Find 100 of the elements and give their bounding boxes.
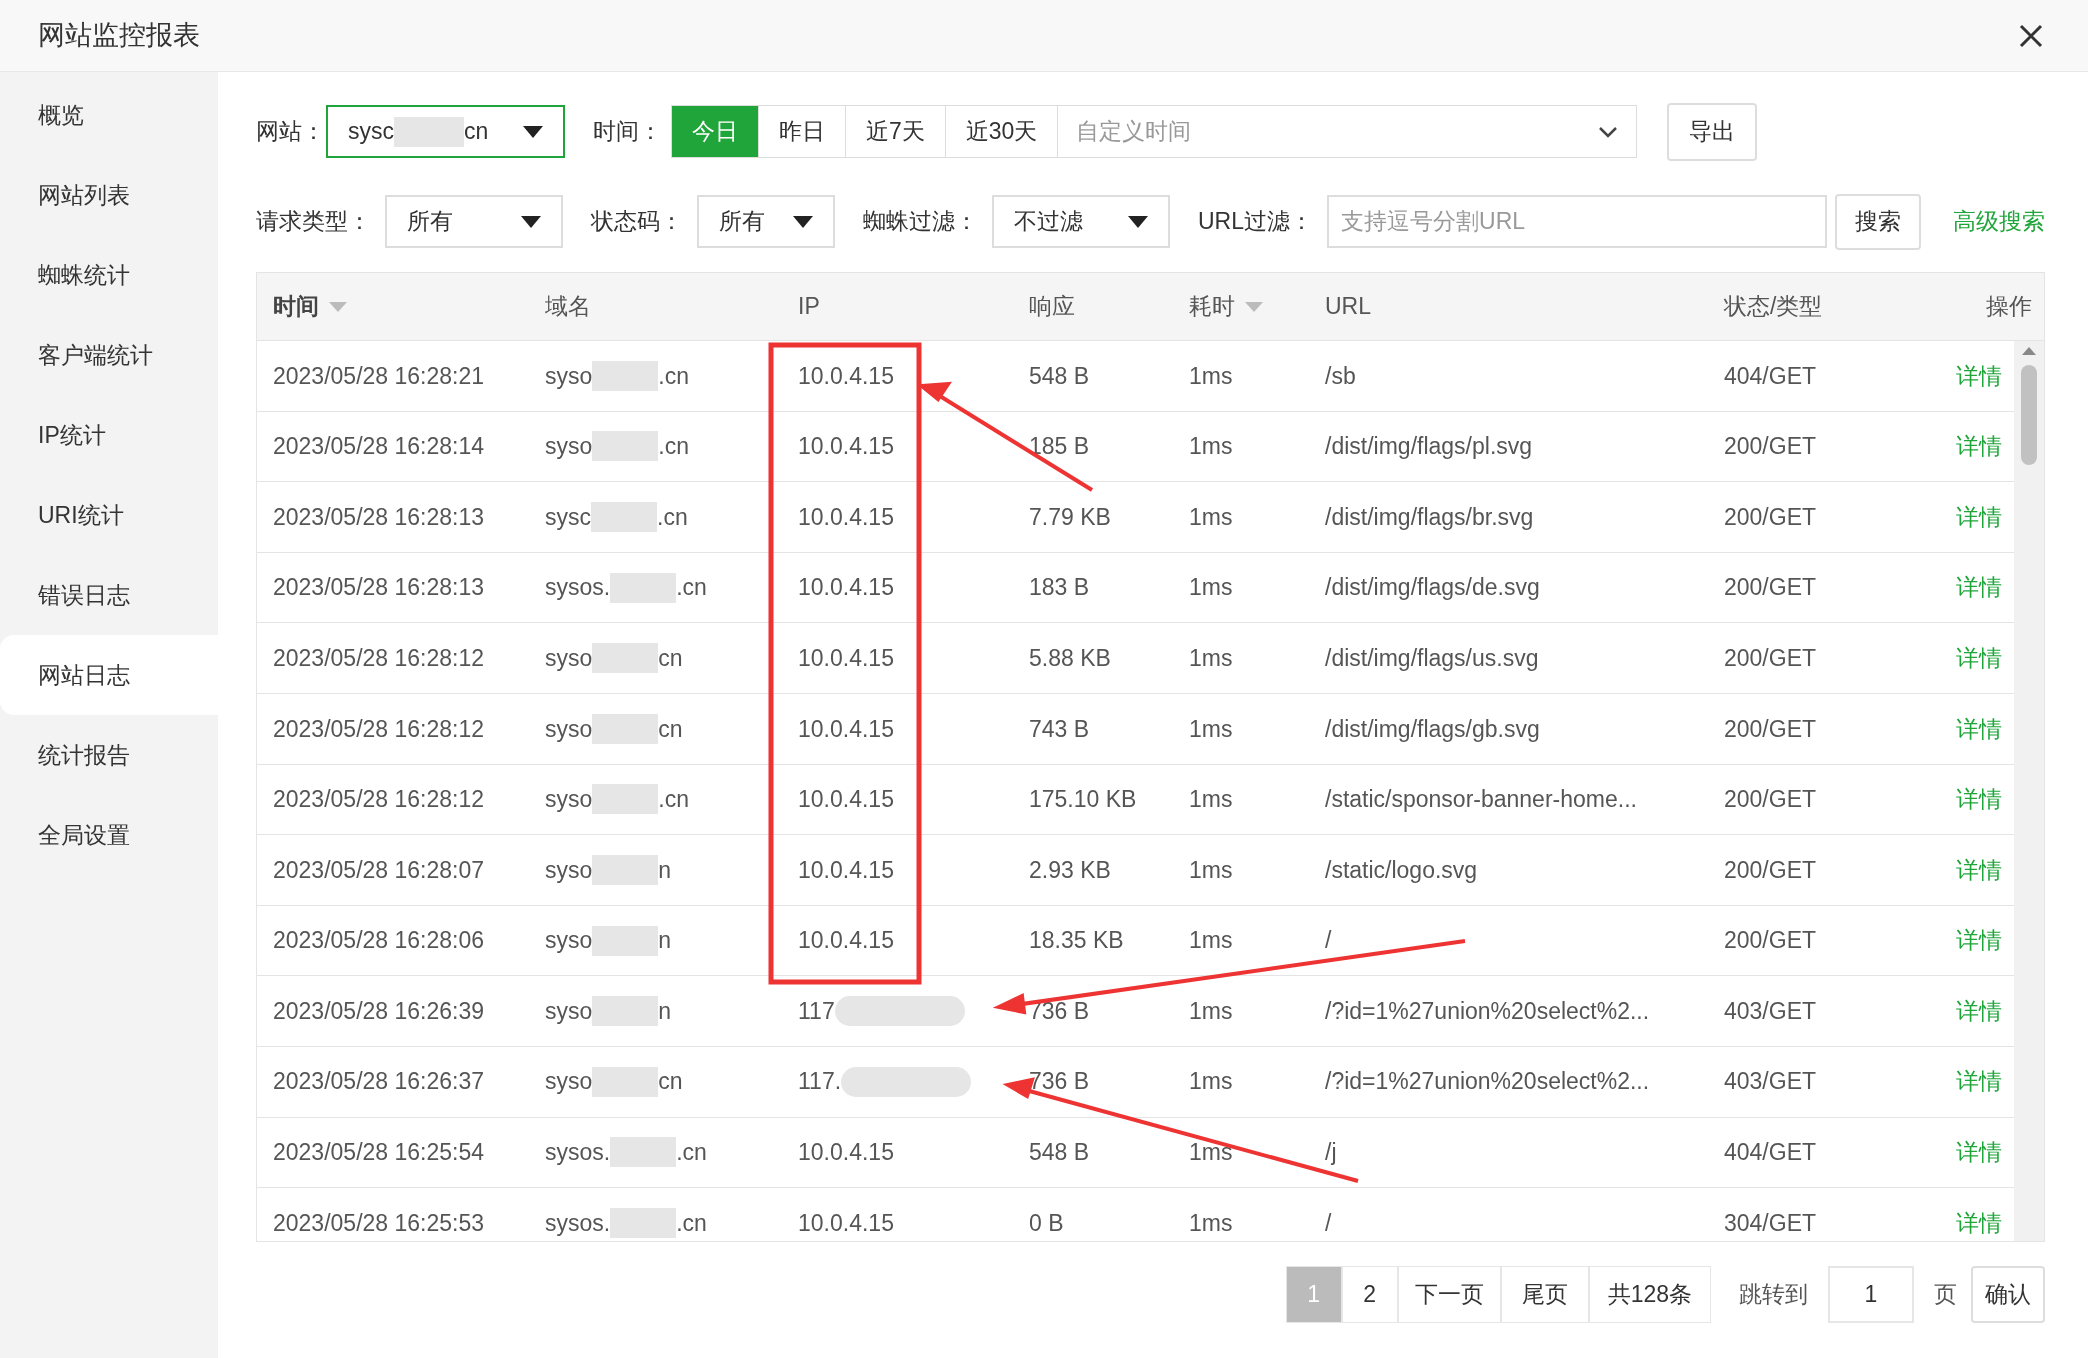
dropdown-caret-icon bbox=[793, 215, 813, 228]
sidebar-item[interactable]: URI统计 bbox=[0, 475, 218, 555]
size-cell-text: 185 B bbox=[1029, 432, 1090, 462]
time-cell-text: 2023/05/28 16:28:13 bbox=[273, 573, 485, 603]
last-page-button[interactable]: 尾页 bbox=[1500, 1266, 1589, 1323]
sidebar-item[interactable]: 网站列表 bbox=[0, 155, 218, 235]
sidebar-item[interactable]: IP统计 bbox=[0, 395, 218, 475]
domain-cell-text: cn bbox=[658, 714, 683, 744]
time-cell-text: 2023/05/28 16:28:06 bbox=[273, 926, 485, 956]
filter-select[interactable]: 所有 bbox=[385, 195, 563, 248]
scrollbar[interactable] bbox=[2014, 341, 2044, 1241]
ip-cell-text: 10.0.4.15 bbox=[798, 785, 894, 815]
status-cell-text: 404/GET bbox=[1724, 1138, 1817, 1168]
blurred-patch bbox=[592, 360, 659, 391]
blurred-patch bbox=[592, 1066, 659, 1097]
page-unit-label: 页 bbox=[1934, 1280, 1957, 1310]
duration-cell-text: 1ms bbox=[1189, 432, 1233, 462]
domain-cell-text: n bbox=[658, 996, 672, 1026]
status-cell-text: 200/GET bbox=[1724, 714, 1817, 744]
status-cell-text: 200/GET bbox=[1724, 855, 1817, 885]
blurred-patch bbox=[591, 502, 657, 532]
field-label: URL过滤： bbox=[1198, 207, 1313, 237]
time-cell-text: 2023/05/28 16:28:07 bbox=[273, 855, 485, 885]
time-tab[interactable]: 近7天 bbox=[845, 105, 945, 158]
url-cell-text: /j bbox=[1325, 1138, 1337, 1168]
blurred-patch bbox=[592, 996, 659, 1027]
filter-select[interactable]: 所有 bbox=[697, 195, 835, 248]
ip-cell-text: 10.0.4.15 bbox=[798, 714, 894, 744]
sortable-column-header[interactable]: 耗时 bbox=[1189, 289, 1263, 324]
sidebar-item[interactable]: 全局设置 bbox=[0, 795, 218, 875]
domain-cell-text: syso bbox=[545, 855, 593, 885]
jump-label: 跳转到 bbox=[1739, 1280, 1808, 1310]
site-select[interactable]: sysc cn bbox=[326, 105, 565, 158]
close-icon[interactable] bbox=[2019, 23, 2043, 48]
size-cell-text: 2.93 KB bbox=[1029, 855, 1111, 885]
blurred-patch bbox=[592, 643, 659, 674]
status-cell-text: 200/GET bbox=[1724, 926, 1817, 956]
domain-cell-text: syso bbox=[545, 432, 593, 462]
size-cell-text: 175.10 KB bbox=[1029, 785, 1137, 815]
blurred-patch bbox=[394, 116, 464, 147]
domain-cell-text: sysos. bbox=[545, 1138, 611, 1168]
blurred-patch bbox=[592, 431, 659, 462]
confirm-button[interactable]: 确认 bbox=[1971, 1266, 2045, 1323]
size-cell-text: 548 B bbox=[1029, 361, 1090, 391]
domain-cell-text: sysos. bbox=[545, 573, 611, 603]
url-cell-text: /dist/img/flags/us.svg bbox=[1325, 643, 1539, 673]
ip-cell-text: 10.0.4.15 bbox=[798, 1208, 894, 1238]
export-button[interactable]: 导出 bbox=[1667, 102, 1758, 161]
field-label: 蜘蛛过滤： bbox=[863, 207, 978, 237]
sidebar-item[interactable]: 错误日志 bbox=[0, 555, 218, 635]
url-cell-text: / bbox=[1325, 926, 1332, 956]
sidebar-item[interactable]: 统计报告 bbox=[0, 715, 218, 795]
domain-cell-text: syso bbox=[545, 714, 593, 744]
duration-cell-text: 1ms bbox=[1189, 1208, 1233, 1238]
field-label: 请求类型： bbox=[256, 207, 371, 237]
next-page-button[interactable]: 下一页 bbox=[1397, 1266, 1501, 1323]
column-header: 响应 bbox=[1029, 292, 1075, 322]
duration-cell-text: 1ms bbox=[1189, 926, 1233, 956]
sortable-column-header[interactable]: 时间 bbox=[273, 289, 347, 324]
scroll-up-icon[interactable] bbox=[2022, 347, 2036, 355]
window-title: 网站监控报表 bbox=[38, 19, 200, 53]
size-cell-text: 183 B bbox=[1029, 573, 1090, 603]
status-cell-text: 200/GET bbox=[1724, 432, 1817, 462]
time-cell-text: 2023/05/28 16:26:39 bbox=[273, 996, 485, 1026]
duration-cell-text: 1ms bbox=[1189, 714, 1233, 744]
domain-cell-text: .cn bbox=[658, 785, 689, 815]
url-cell-text: /sb bbox=[1325, 361, 1356, 391]
sidebar-item[interactable]: 网站日志 bbox=[0, 635, 218, 715]
blurred-patch bbox=[610, 1137, 677, 1168]
search-button[interactable]: 搜索 bbox=[1835, 193, 1921, 250]
time-tab[interactable]: 昨日 bbox=[758, 105, 845, 158]
sidebar-item[interactable]: 蜘蛛统计 bbox=[0, 235, 218, 315]
total-count: 共128条 bbox=[1588, 1266, 1711, 1323]
time-cell-text: 2023/05/28 16:28:12 bbox=[273, 785, 485, 815]
column-header: 状态/类型 bbox=[1724, 292, 1823, 322]
duration-cell-text: 1ms bbox=[1189, 573, 1233, 603]
select-value: 不过滤 bbox=[1014, 207, 1083, 237]
filter-select[interactable]: 不过滤 bbox=[992, 195, 1170, 248]
sidebar-item[interactable]: 概览 bbox=[0, 75, 218, 155]
domain-cell-text: syso bbox=[545, 643, 593, 673]
sidebar-item[interactable]: 客户端统计 bbox=[0, 315, 218, 395]
column-header: 域名 bbox=[545, 292, 591, 322]
domain-cell-text: syso bbox=[545, 996, 593, 1026]
time-cell-text: 2023/05/28 16:28:12 bbox=[273, 643, 485, 673]
blurred-patch bbox=[610, 1207, 677, 1238]
url-cell-text: /dist/img/flags/de.svg bbox=[1325, 573, 1540, 603]
status-cell-text: 403/GET bbox=[1724, 996, 1817, 1026]
url-cell-text: /static/sponsor-banner-home... bbox=[1325, 785, 1637, 815]
page-number-field[interactable]: 1 bbox=[1828, 1266, 1914, 1323]
scrollbar-thumb[interactable] bbox=[2021, 365, 2037, 465]
select-value: 所有 bbox=[719, 207, 765, 237]
url-cell-text: /dist/img/flags/pl.svg bbox=[1325, 432, 1533, 462]
dropdown-caret-icon bbox=[521, 215, 541, 228]
ip-cell-text: 10.0.4.15 bbox=[798, 926, 894, 956]
ip-cell-text: 117 bbox=[798, 996, 835, 1026]
size-cell-text: 18.35 KB bbox=[1029, 926, 1124, 956]
time-tab[interactable]: 近30天 bbox=[944, 105, 1058, 158]
page-button[interactable]: 2 bbox=[1341, 1266, 1398, 1323]
blurred-patch bbox=[592, 925, 659, 956]
url-filter-field[interactable]: 支持逗号分割URL bbox=[1327, 195, 1827, 248]
